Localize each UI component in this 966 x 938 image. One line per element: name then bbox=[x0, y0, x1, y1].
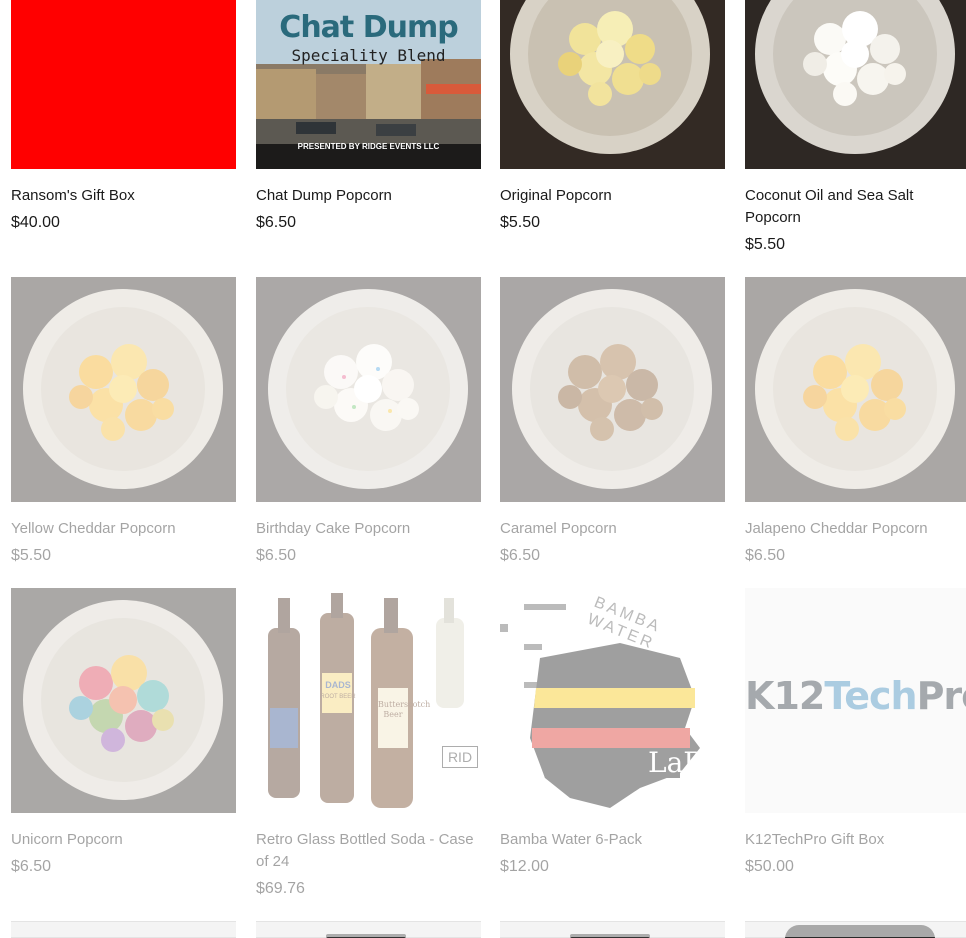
product-image-coconut-oil-popcorn[interactable] bbox=[745, 0, 966, 169]
product-name[interactable]: Coconut Oil and Sea Salt Popcorn bbox=[745, 185, 945, 229]
chat-dump-title: Chat Dump bbox=[279, 10, 458, 45]
bamba-logo-text: LaR bbox=[648, 746, 705, 779]
product-image-original-popcorn[interactable] bbox=[500, 0, 725, 169]
product-card[interactable]: Caramel Popcorn $6.50 bbox=[500, 277, 725, 577]
product-name[interactable]: Birthday Cake Popcorn bbox=[256, 518, 481, 540]
product-card[interactable]: Jalapeno Cheddar Popcorn $6.50 bbox=[745, 277, 966, 577]
product-image[interactable] bbox=[500, 921, 725, 938]
product-price: $6.50 bbox=[500, 547, 541, 564]
product-name[interactable]: Yellow Cheddar Popcorn bbox=[11, 518, 236, 540]
image-top-bar bbox=[570, 934, 650, 938]
product-name[interactable]: Jalapeno Cheddar Popcorn bbox=[745, 518, 966, 540]
product-price: $6.50 bbox=[256, 214, 297, 231]
product-price: $6.50 bbox=[256, 547, 297, 564]
soda-label-dads-sub: ROOT BEER bbox=[320, 694, 356, 700]
product-name[interactable]: Chat Dump Popcorn bbox=[256, 185, 481, 207]
product-card[interactable]: Coconut Oil and Sea Salt Popcorn $5.50 bbox=[745, 0, 966, 284]
image-top-bar bbox=[326, 934, 406, 938]
image-top-shape bbox=[785, 925, 935, 938]
product-image-caramel[interactable] bbox=[500, 277, 725, 502]
product-image[interactable] bbox=[11, 921, 236, 938]
product-card[interactable]: Yellow Cheddar Popcorn $5.50 bbox=[11, 277, 236, 577]
product-price: $40.00 bbox=[11, 214, 60, 231]
product-price: $6.50 bbox=[11, 858, 52, 875]
product-name[interactable]: K12TechPro Gift Box bbox=[745, 829, 966, 851]
product-image[interactable] bbox=[745, 921, 966, 938]
soda-label-dads: DADS bbox=[325, 680, 351, 690]
product-card[interactable]: Unicorn Popcorn $6.50 bbox=[11, 588, 236, 888]
product-name[interactable]: Retro Glass Bottled Soda - Case of 24 bbox=[256, 829, 476, 873]
product-price: $5.50 bbox=[11, 547, 52, 564]
chat-dump-credit: PRESENTED BY RIDGE EVENTS LLC bbox=[297, 142, 440, 151]
soda-label-rid: RID bbox=[442, 746, 478, 768]
product-grid: Ransom's Gift Box $40.00 Chat Dump Speci… bbox=[0, 0, 966, 938]
product-name[interactable]: Bamba Water 6-Pack bbox=[500, 829, 725, 851]
product-card[interactable]: K12TechPro K12TechPro Gift Box $50.00 bbox=[745, 588, 966, 888]
product-image-jalapeno-cheddar[interactable] bbox=[745, 277, 966, 502]
product-price: $50.00 bbox=[745, 858, 794, 875]
product-price: $69.76 bbox=[256, 880, 305, 897]
chat-dump-subtitle: Speciality Blend bbox=[291, 46, 446, 65]
product-image[interactable] bbox=[256, 921, 481, 938]
k12-logo-part1: K12 bbox=[745, 674, 825, 718]
product-price: $5.50 bbox=[500, 214, 541, 231]
product-card[interactable]: Chat Dump Speciality Blend PRESENTED BY … bbox=[256, 0, 481, 264]
product-name[interactable]: Unicorn Popcorn bbox=[11, 829, 236, 851]
product-card[interactable]: DADS ROOT BEER Butterscotch Beer RID Ret… bbox=[256, 588, 481, 908]
product-card[interactable] bbox=[256, 921, 481, 938]
product-name[interactable]: Caramel Popcorn bbox=[500, 518, 725, 540]
product-image-ransoms-gift-box[interactable] bbox=[11, 0, 236, 169]
product-image-birthday-cake[interactable] bbox=[256, 277, 481, 502]
product-image-bamba-water[interactable]: BAMBA WATER LaR bbox=[500, 588, 725, 813]
product-card[interactable]: BAMBA WATER LaR Bamba Water 6-Pack $12.0… bbox=[500, 588, 725, 888]
product-card[interactable]: Original Popcorn $5.50 bbox=[500, 0, 725, 264]
product-name[interactable]: Original Popcorn bbox=[500, 185, 725, 207]
product-card[interactable] bbox=[745, 921, 966, 938]
product-name[interactable]: Ransom's Gift Box bbox=[11, 185, 236, 207]
product-image-unicorn[interactable] bbox=[11, 588, 236, 813]
product-image-k12techpro[interactable]: K12TechPro bbox=[745, 588, 966, 813]
product-card[interactable] bbox=[11, 921, 236, 938]
product-image-yellow-cheddar[interactable] bbox=[11, 277, 236, 502]
k12-logo-part3: Pro bbox=[916, 674, 966, 718]
product-card[interactable] bbox=[500, 921, 725, 938]
product-image-retro-soda[interactable]: DADS ROOT BEER Butterscotch Beer RID bbox=[256, 588, 481, 813]
product-price: $5.50 bbox=[745, 236, 786, 253]
k12-logo-part2: Tech bbox=[824, 674, 917, 718]
product-price: $12.00 bbox=[500, 858, 549, 875]
product-price: $6.50 bbox=[745, 547, 786, 564]
product-card[interactable]: Birthday Cake Popcorn $6.50 bbox=[256, 277, 481, 577]
product-image-chat-dump[interactable]: Chat Dump Speciality Blend PRESENTED BY … bbox=[256, 0, 481, 169]
k12-logo: K12TechPro bbox=[745, 674, 966, 718]
product-card[interactable]: Ransom's Gift Box $40.00 bbox=[11, 0, 236, 264]
soda-label-butterscotch: Butterscotch Beer bbox=[378, 700, 431, 719]
